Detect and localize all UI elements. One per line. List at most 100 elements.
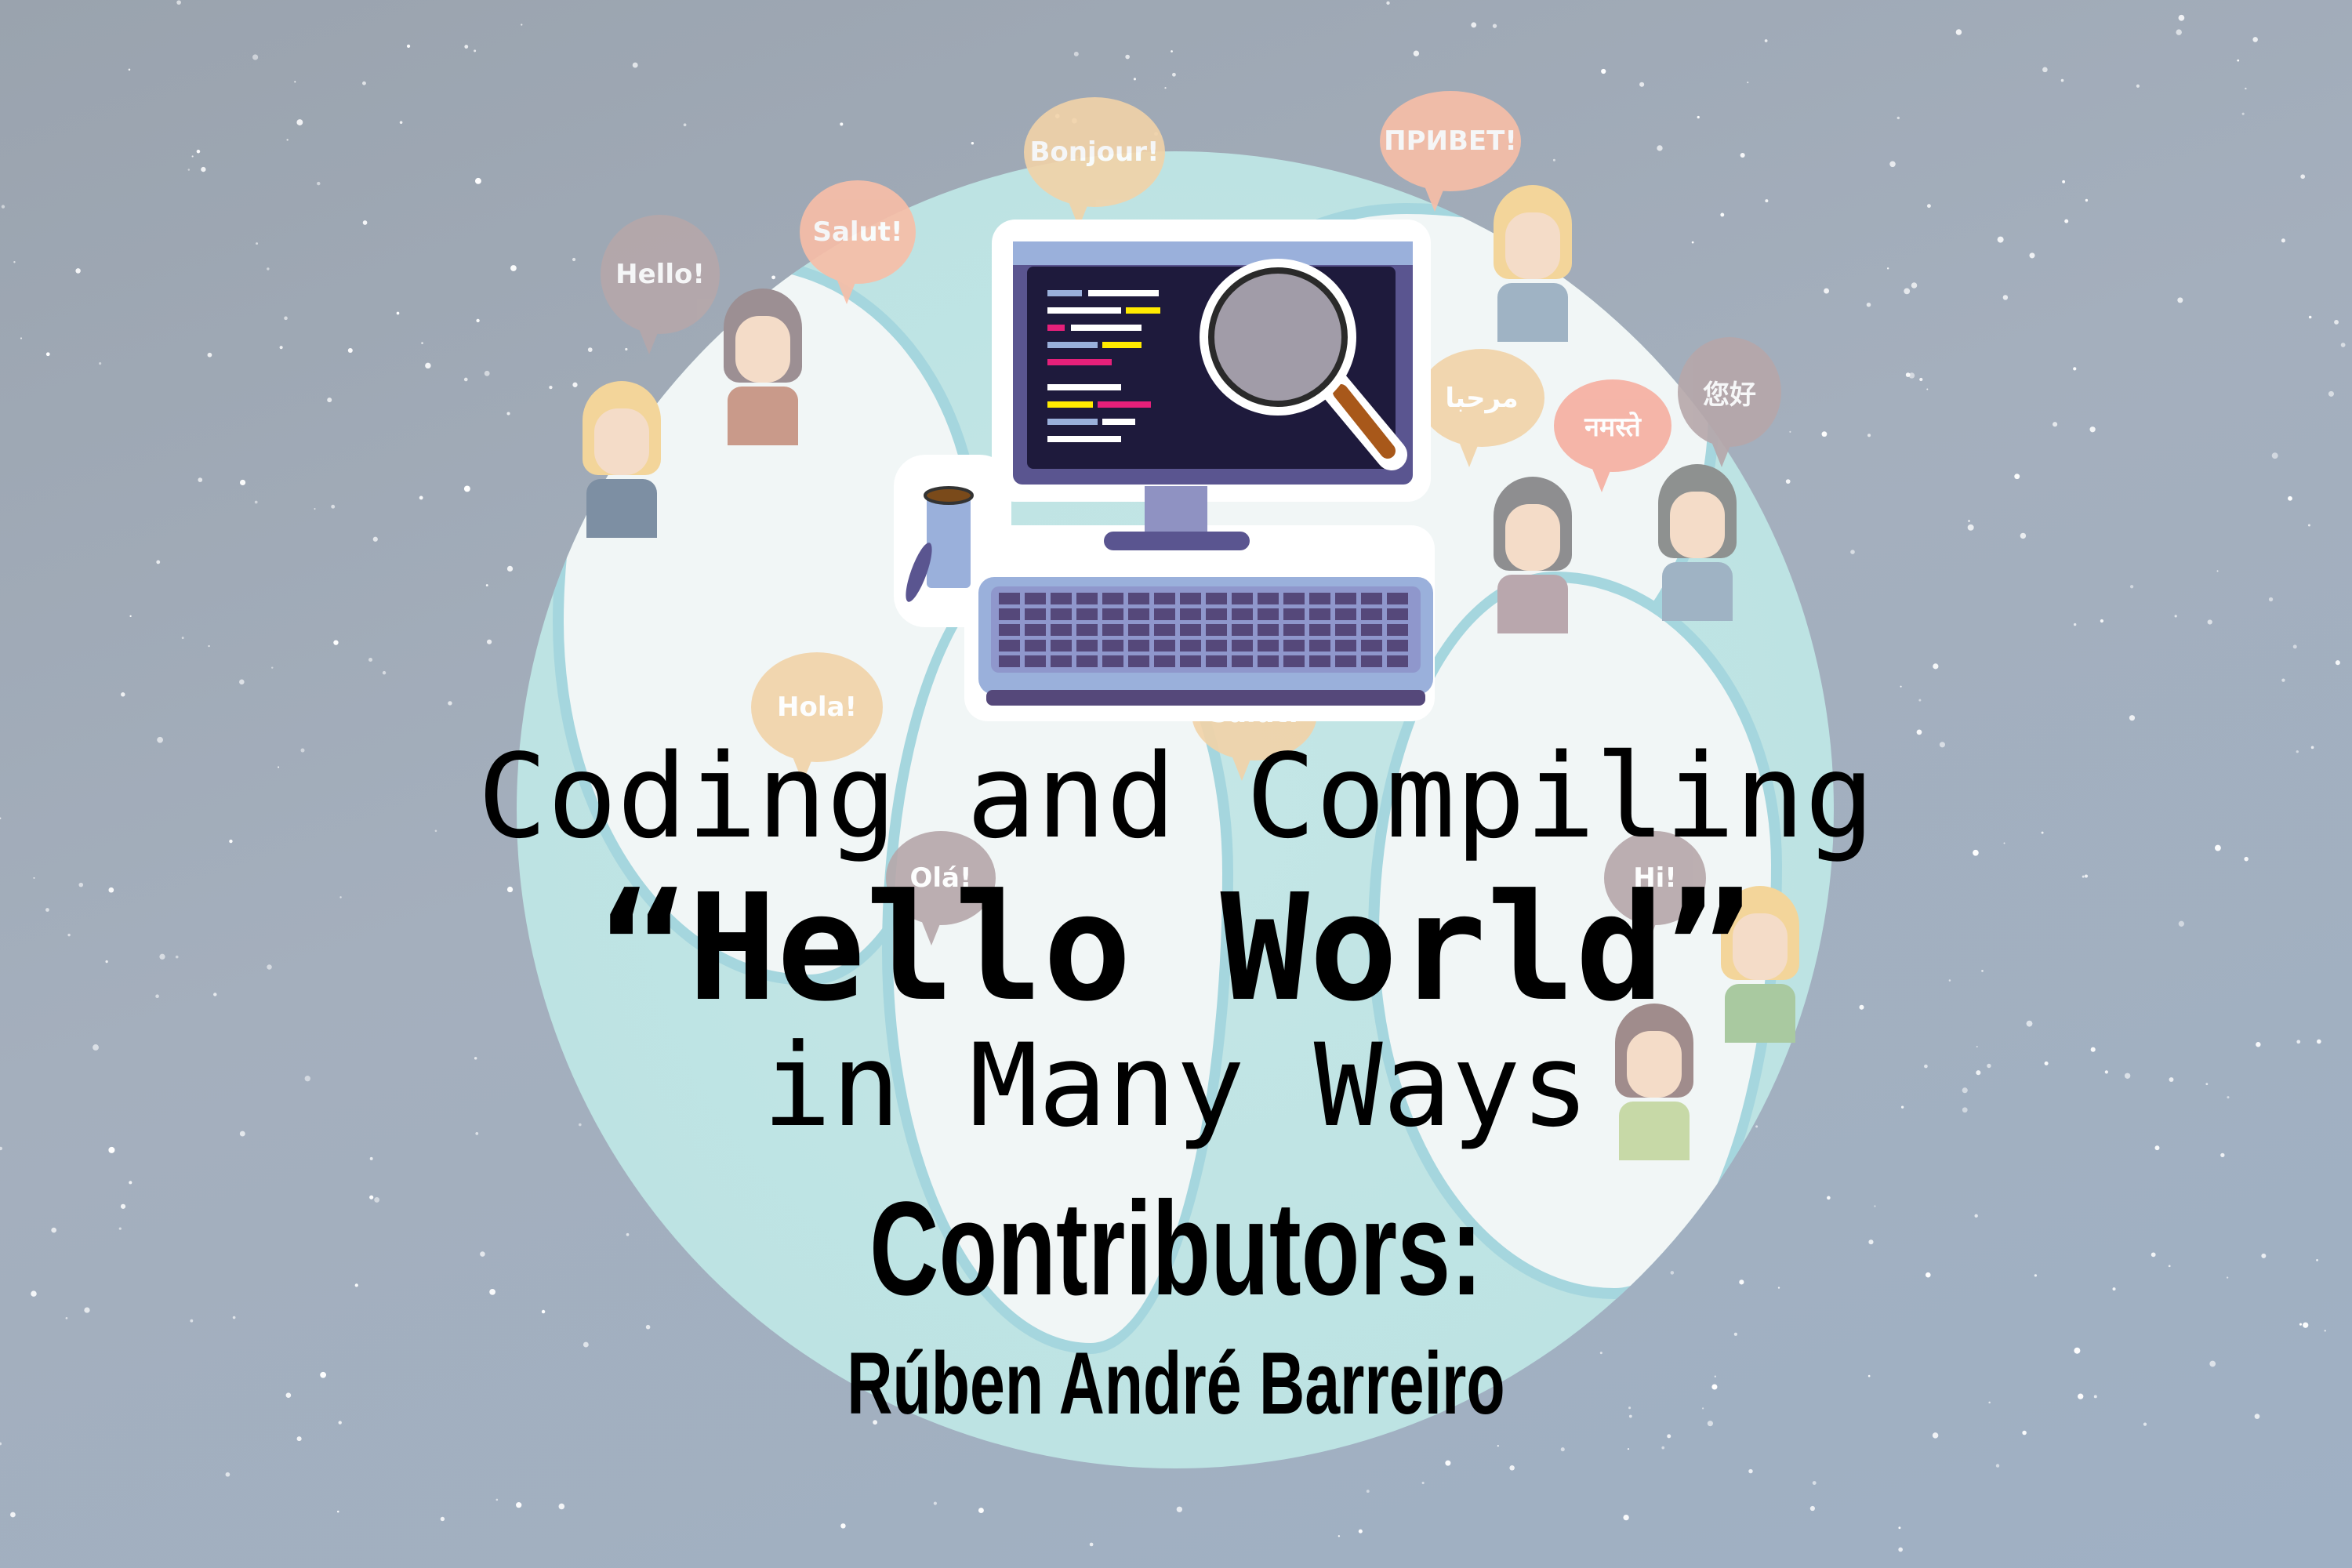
keyboard-key (1025, 640, 1046, 652)
keyboard-key (1232, 655, 1253, 667)
star (1089, 1542, 1094, 1547)
star (129, 615, 132, 618)
star (1413, 50, 1420, 56)
keyboard-key (1154, 593, 1175, 604)
star (2334, 320, 2339, 325)
keyboard-key (999, 593, 1020, 604)
star (464, 45, 469, 49)
star (286, 139, 289, 141)
star (2254, 1414, 2260, 1419)
star (45, 352, 50, 357)
star (396, 311, 400, 315)
keyboard-key (1335, 655, 1356, 667)
star (516, 1502, 522, 1508)
star (2174, 615, 2177, 618)
star (1125, 54, 1130, 60)
star (1560, 1447, 1565, 1452)
star (1748, 1468, 1753, 1474)
star (2328, 390, 2335, 397)
star (190, 1319, 194, 1323)
keyboard-key (1154, 640, 1175, 652)
star (2281, 238, 2285, 243)
keyboard-key (1232, 593, 1253, 604)
star (419, 495, 423, 500)
star (1809, 1505, 1816, 1512)
keyboard-key (1025, 624, 1046, 636)
keyboard-key (1102, 608, 1123, 620)
keyboard-key (1232, 624, 1253, 636)
star (1867, 434, 1871, 437)
star (572, 382, 578, 387)
star (201, 166, 206, 172)
star (285, 1392, 292, 1399)
star (632, 62, 638, 68)
star (120, 1203, 126, 1209)
star (1552, 158, 1555, 162)
star (474, 49, 477, 53)
keyboard-key (1387, 655, 1408, 667)
star (1889, 161, 1896, 168)
star (2078, 1393, 2084, 1399)
star (239, 679, 245, 685)
star (1789, 430, 1791, 433)
keyboard-key (1180, 593, 1201, 604)
keyboard-key (1025, 655, 1046, 667)
star (1366, 1490, 1370, 1494)
star (683, 123, 687, 127)
star (1471, 22, 1477, 28)
star (314, 507, 316, 510)
star (225, 1472, 230, 1477)
keyboard-key (1283, 640, 1305, 652)
keyboard-key (999, 655, 1020, 667)
star (625, 347, 628, 351)
star (128, 68, 131, 71)
star (2074, 1347, 2081, 1354)
keyboard-key (1025, 593, 1046, 604)
keyboard-key (1128, 624, 1149, 636)
star (2060, 78, 2064, 82)
star (2020, 532, 2027, 539)
star (2022, 1430, 2027, 1436)
star (2014, 474, 2020, 480)
star (331, 504, 336, 509)
star (1926, 204, 1931, 209)
star (1968, 520, 1970, 522)
star (1896, 116, 1900, 120)
star (463, 485, 470, 492)
star (284, 316, 288, 321)
keyboard-key (1206, 608, 1227, 620)
star (1911, 282, 1918, 289)
star (1171, 50, 1173, 53)
star (2053, 422, 2058, 427)
title-line-1: Coding and Compiling (477, 729, 1875, 864)
star (2129, 715, 2136, 721)
star (1812, 1481, 1817, 1485)
star (156, 560, 161, 564)
keyboard-key (1154, 608, 1175, 620)
star (425, 362, 431, 369)
keyboard-key (1154, 624, 1175, 636)
keyboard-key (999, 624, 1020, 636)
star (510, 265, 517, 271)
star (476, 318, 480, 323)
keyboard-key (1076, 655, 1098, 667)
star (572, 257, 576, 262)
star (2216, 570, 2219, 572)
star (484, 370, 490, 376)
star (2029, 252, 2035, 259)
star (1073, 51, 1079, 56)
keyboard-key (1258, 593, 1279, 604)
star (1905, 372, 1911, 377)
star (2226, 1276, 2229, 1279)
star (129, 1181, 132, 1185)
keyboard-key (1128, 593, 1149, 604)
star (2307, 524, 2310, 527)
star (2178, 14, 2185, 21)
star (2100, 619, 2104, 623)
star (1176, 1506, 1183, 1512)
star (2002, 295, 2009, 300)
star (1497, 1445, 1499, 1447)
star (1, 205, 5, 209)
star (1866, 302, 1871, 307)
star (198, 477, 203, 482)
